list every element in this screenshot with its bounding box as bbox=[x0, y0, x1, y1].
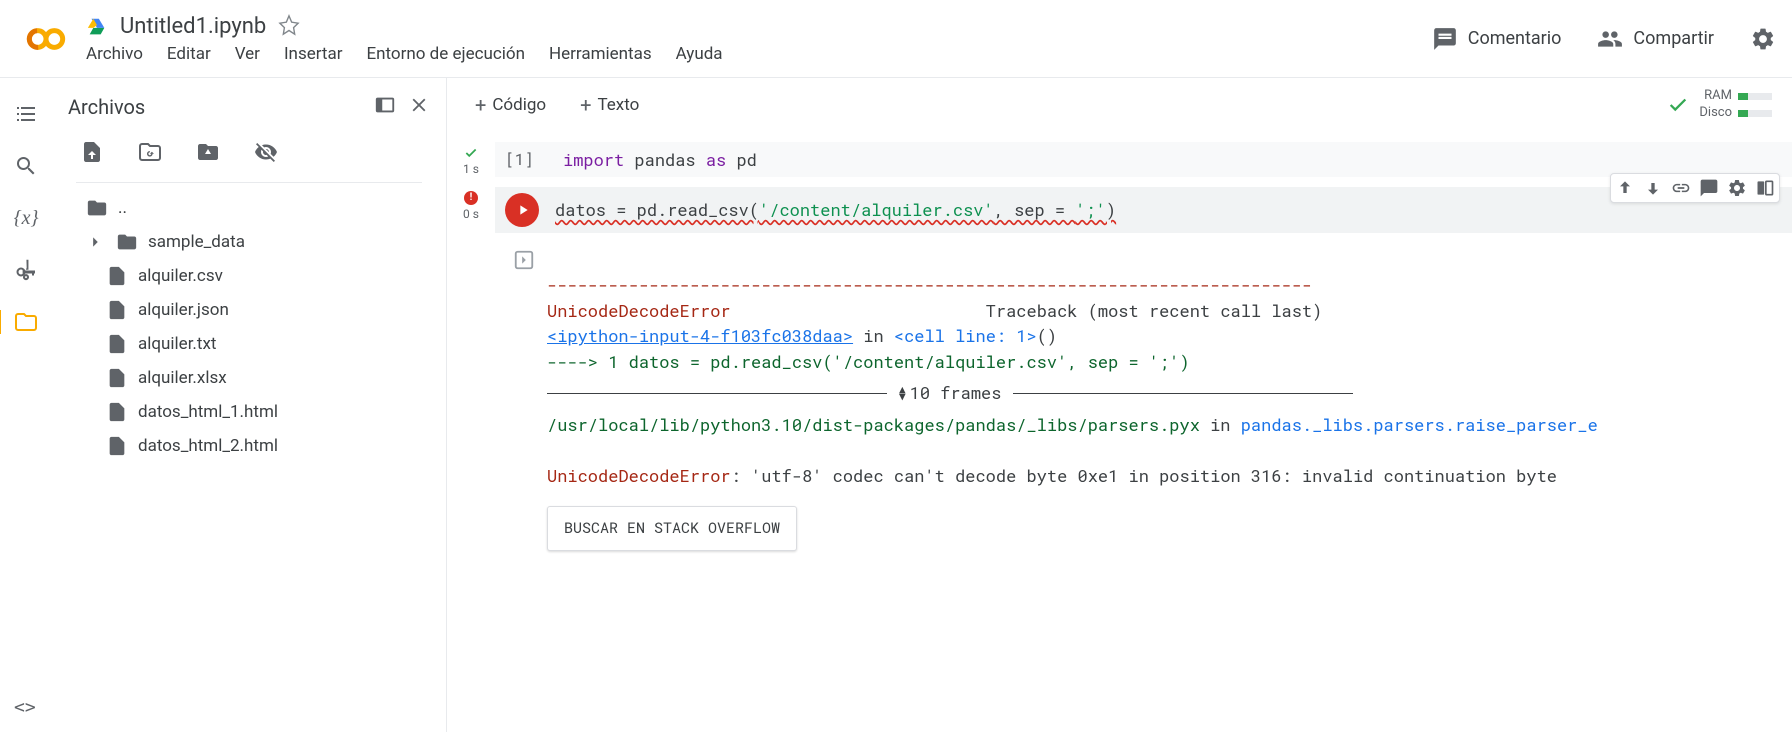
tree-file-label: datos_html_2.html bbox=[138, 436, 278, 456]
tree-file[interactable]: alquiler.xlsx bbox=[84, 361, 414, 395]
close-panel-icon[interactable] bbox=[408, 94, 430, 120]
frames-count: 10 frames bbox=[910, 380, 1002, 406]
comment-button[interactable]: Comentario bbox=[1432, 26, 1562, 52]
tb-path: /usr/local/lib/python3.10/dist-packages/… bbox=[547, 413, 1200, 436]
files-icon[interactable] bbox=[0, 310, 38, 334]
add-text-label: Texto bbox=[597, 95, 639, 115]
code-content[interactable]: datos = pd.read_csv('/content/alquiler.c… bbox=[555, 198, 1116, 221]
add-text-button[interactable]: +Texto bbox=[572, 89, 647, 121]
disk-label: Disco bbox=[1699, 105, 1732, 122]
menu-insertar[interactable]: Insertar bbox=[284, 44, 343, 64]
cell-toolbar bbox=[1610, 173, 1780, 203]
code-cell-1[interactable]: 1 s [1] import pandas as pd bbox=[447, 140, 1792, 185]
exec-ok-icon bbox=[464, 146, 478, 160]
ram-label: RAM bbox=[1704, 88, 1732, 105]
move-up-icon[interactable] bbox=[1615, 178, 1635, 198]
output-toggle-icon[interactable] bbox=[513, 249, 535, 271]
tree-file-label: datos_html_1.html bbox=[138, 402, 278, 422]
comment-cell-icon[interactable] bbox=[1699, 178, 1719, 198]
comment-label: Comentario bbox=[1468, 28, 1562, 49]
settings-button[interactable] bbox=[1750, 26, 1776, 52]
tree-file[interactable]: alquiler.csv bbox=[84, 259, 414, 293]
tb-error-name: UnicodeDecodeError bbox=[547, 299, 731, 322]
tree-file[interactable]: alquiler.json bbox=[84, 293, 414, 327]
tree-file-label: alquiler.xlsx bbox=[138, 368, 227, 388]
expand-frames-icon[interactable]: ▲▼ bbox=[899, 386, 906, 399]
tb-separator: ----------------------------------------… bbox=[547, 273, 1312, 296]
move-down-icon[interactable] bbox=[1643, 178, 1663, 198]
tb-traceback-header: Traceback (most recent call last) bbox=[731, 299, 1323, 322]
drive-icon bbox=[86, 16, 108, 38]
tb-cell-line: <cell line: 1> bbox=[894, 324, 1037, 347]
toc-icon[interactable] bbox=[14, 102, 38, 126]
exec-error-icon: ! bbox=[464, 191, 478, 205]
menu-bar: Archivo Editar Ver Insertar Entorno de e… bbox=[86, 44, 1432, 64]
search-icon[interactable] bbox=[14, 154, 38, 178]
tb-text: in bbox=[1200, 413, 1241, 436]
colab-logo-icon bbox=[26, 19, 66, 59]
refresh-icon[interactable] bbox=[138, 140, 162, 168]
menu-herramientas[interactable]: Herramientas bbox=[549, 44, 652, 64]
menu-editar[interactable]: Editar bbox=[167, 44, 211, 64]
tree-file-label: alquiler.txt bbox=[138, 334, 216, 354]
star-icon[interactable] bbox=[278, 14, 300, 40]
left-rail: {x} bbox=[0, 78, 52, 732]
main-area: +Código +Texto RAM Disco 1 s [1] bbox=[447, 78, 1792, 732]
cell-settings-icon[interactable] bbox=[1727, 178, 1747, 198]
ram-bar bbox=[1738, 93, 1772, 100]
notebook-title[interactable]: Untitled1.ipynb bbox=[120, 14, 266, 39]
mirror-icon[interactable] bbox=[1755, 178, 1775, 198]
tb-func: pandas._libs.parsers.raise_parser_e bbox=[1241, 413, 1598, 436]
search-stackoverflow-button[interactable]: BUSCAR EN STACK OVERFLOW bbox=[547, 506, 797, 551]
frames-separator[interactable]: ▲▼ 10 frames bbox=[547, 380, 1598, 406]
file-tree: .. sample_data alquiler.csv alquiler.jso… bbox=[76, 182, 422, 463]
menu-archivo[interactable]: Archivo bbox=[86, 44, 143, 64]
menu-ayuda[interactable]: Ayuda bbox=[676, 44, 723, 64]
run-cell-button[interactable] bbox=[505, 193, 539, 227]
add-code-button[interactable]: +Código bbox=[467, 89, 554, 121]
tree-up-label: .. bbox=[118, 198, 127, 218]
secrets-icon[interactable] bbox=[14, 258, 38, 282]
tb-text: in bbox=[853, 324, 894, 347]
link-icon[interactable] bbox=[1671, 178, 1691, 198]
tree-file-label: alquiler.json bbox=[138, 300, 229, 320]
header-bar: Untitled1.ipynb Archivo Editar Ver Inser… bbox=[0, 0, 1792, 78]
share-label: Compartir bbox=[1633, 28, 1714, 49]
code-cell-2[interactable]: ! 0 s datos = pd.read_csv('/content/alqu… bbox=[447, 185, 1792, 599]
resource-indicator[interactable]: RAM Disco bbox=[1699, 88, 1772, 122]
exec-time: 1 s bbox=[463, 162, 479, 176]
tb-final-msg: : 'utf-8' codec can't decode byte 0xe1 i… bbox=[731, 464, 1557, 487]
tb-arrow-line: ----> 1 datos = pd.read_csv('/content/al… bbox=[547, 350, 1190, 373]
tree-file[interactable]: datos_html_1.html bbox=[84, 395, 414, 429]
code-snippets-icon[interactable]: <> bbox=[14, 697, 36, 718]
share-button[interactable]: Compartir bbox=[1597, 26, 1714, 52]
menu-ver[interactable]: Ver bbox=[235, 44, 260, 64]
tree-folder-label: sample_data bbox=[148, 232, 245, 252]
tb-text: () bbox=[1037, 324, 1057, 347]
variables-icon[interactable]: {x} bbox=[14, 206, 38, 230]
tree-file[interactable]: alquiler.txt bbox=[84, 327, 414, 361]
exec-time: 0 s bbox=[463, 207, 479, 221]
disk-bar bbox=[1738, 110, 1772, 117]
tree-file-label: alquiler.csv bbox=[138, 266, 223, 286]
files-panel: Archivos .. sample_data alquiler.csv bbox=[52, 78, 447, 732]
tree-up[interactable]: .. bbox=[84, 191, 414, 225]
tree-folder-sample-data[interactable]: sample_data bbox=[84, 225, 414, 259]
cell-output: ----------------------------------------… bbox=[495, 233, 1792, 591]
tb-input-link[interactable]: <ipython-input-4-f103fc038daa> bbox=[547, 324, 853, 347]
code-content[interactable]: import pandas as pd bbox=[563, 148, 757, 171]
upload-icon[interactable] bbox=[80, 140, 104, 168]
connected-check-icon bbox=[1667, 94, 1689, 116]
tb-final-error: UnicodeDecodeError bbox=[547, 464, 731, 487]
main-toolbar: +Código +Texto RAM Disco bbox=[447, 78, 1792, 132]
mount-drive-icon[interactable] bbox=[196, 140, 220, 168]
tree-file[interactable]: datos_html_2.html bbox=[84, 429, 414, 463]
add-code-label: Código bbox=[492, 95, 546, 115]
files-panel-title: Archivos bbox=[68, 95, 145, 119]
menu-entorno[interactable]: Entorno de ejecución bbox=[366, 44, 525, 64]
panel-layout-icon[interactable] bbox=[374, 94, 396, 120]
cell-prompt: [1] bbox=[505, 149, 547, 170]
hide-icon[interactable] bbox=[254, 140, 278, 168]
